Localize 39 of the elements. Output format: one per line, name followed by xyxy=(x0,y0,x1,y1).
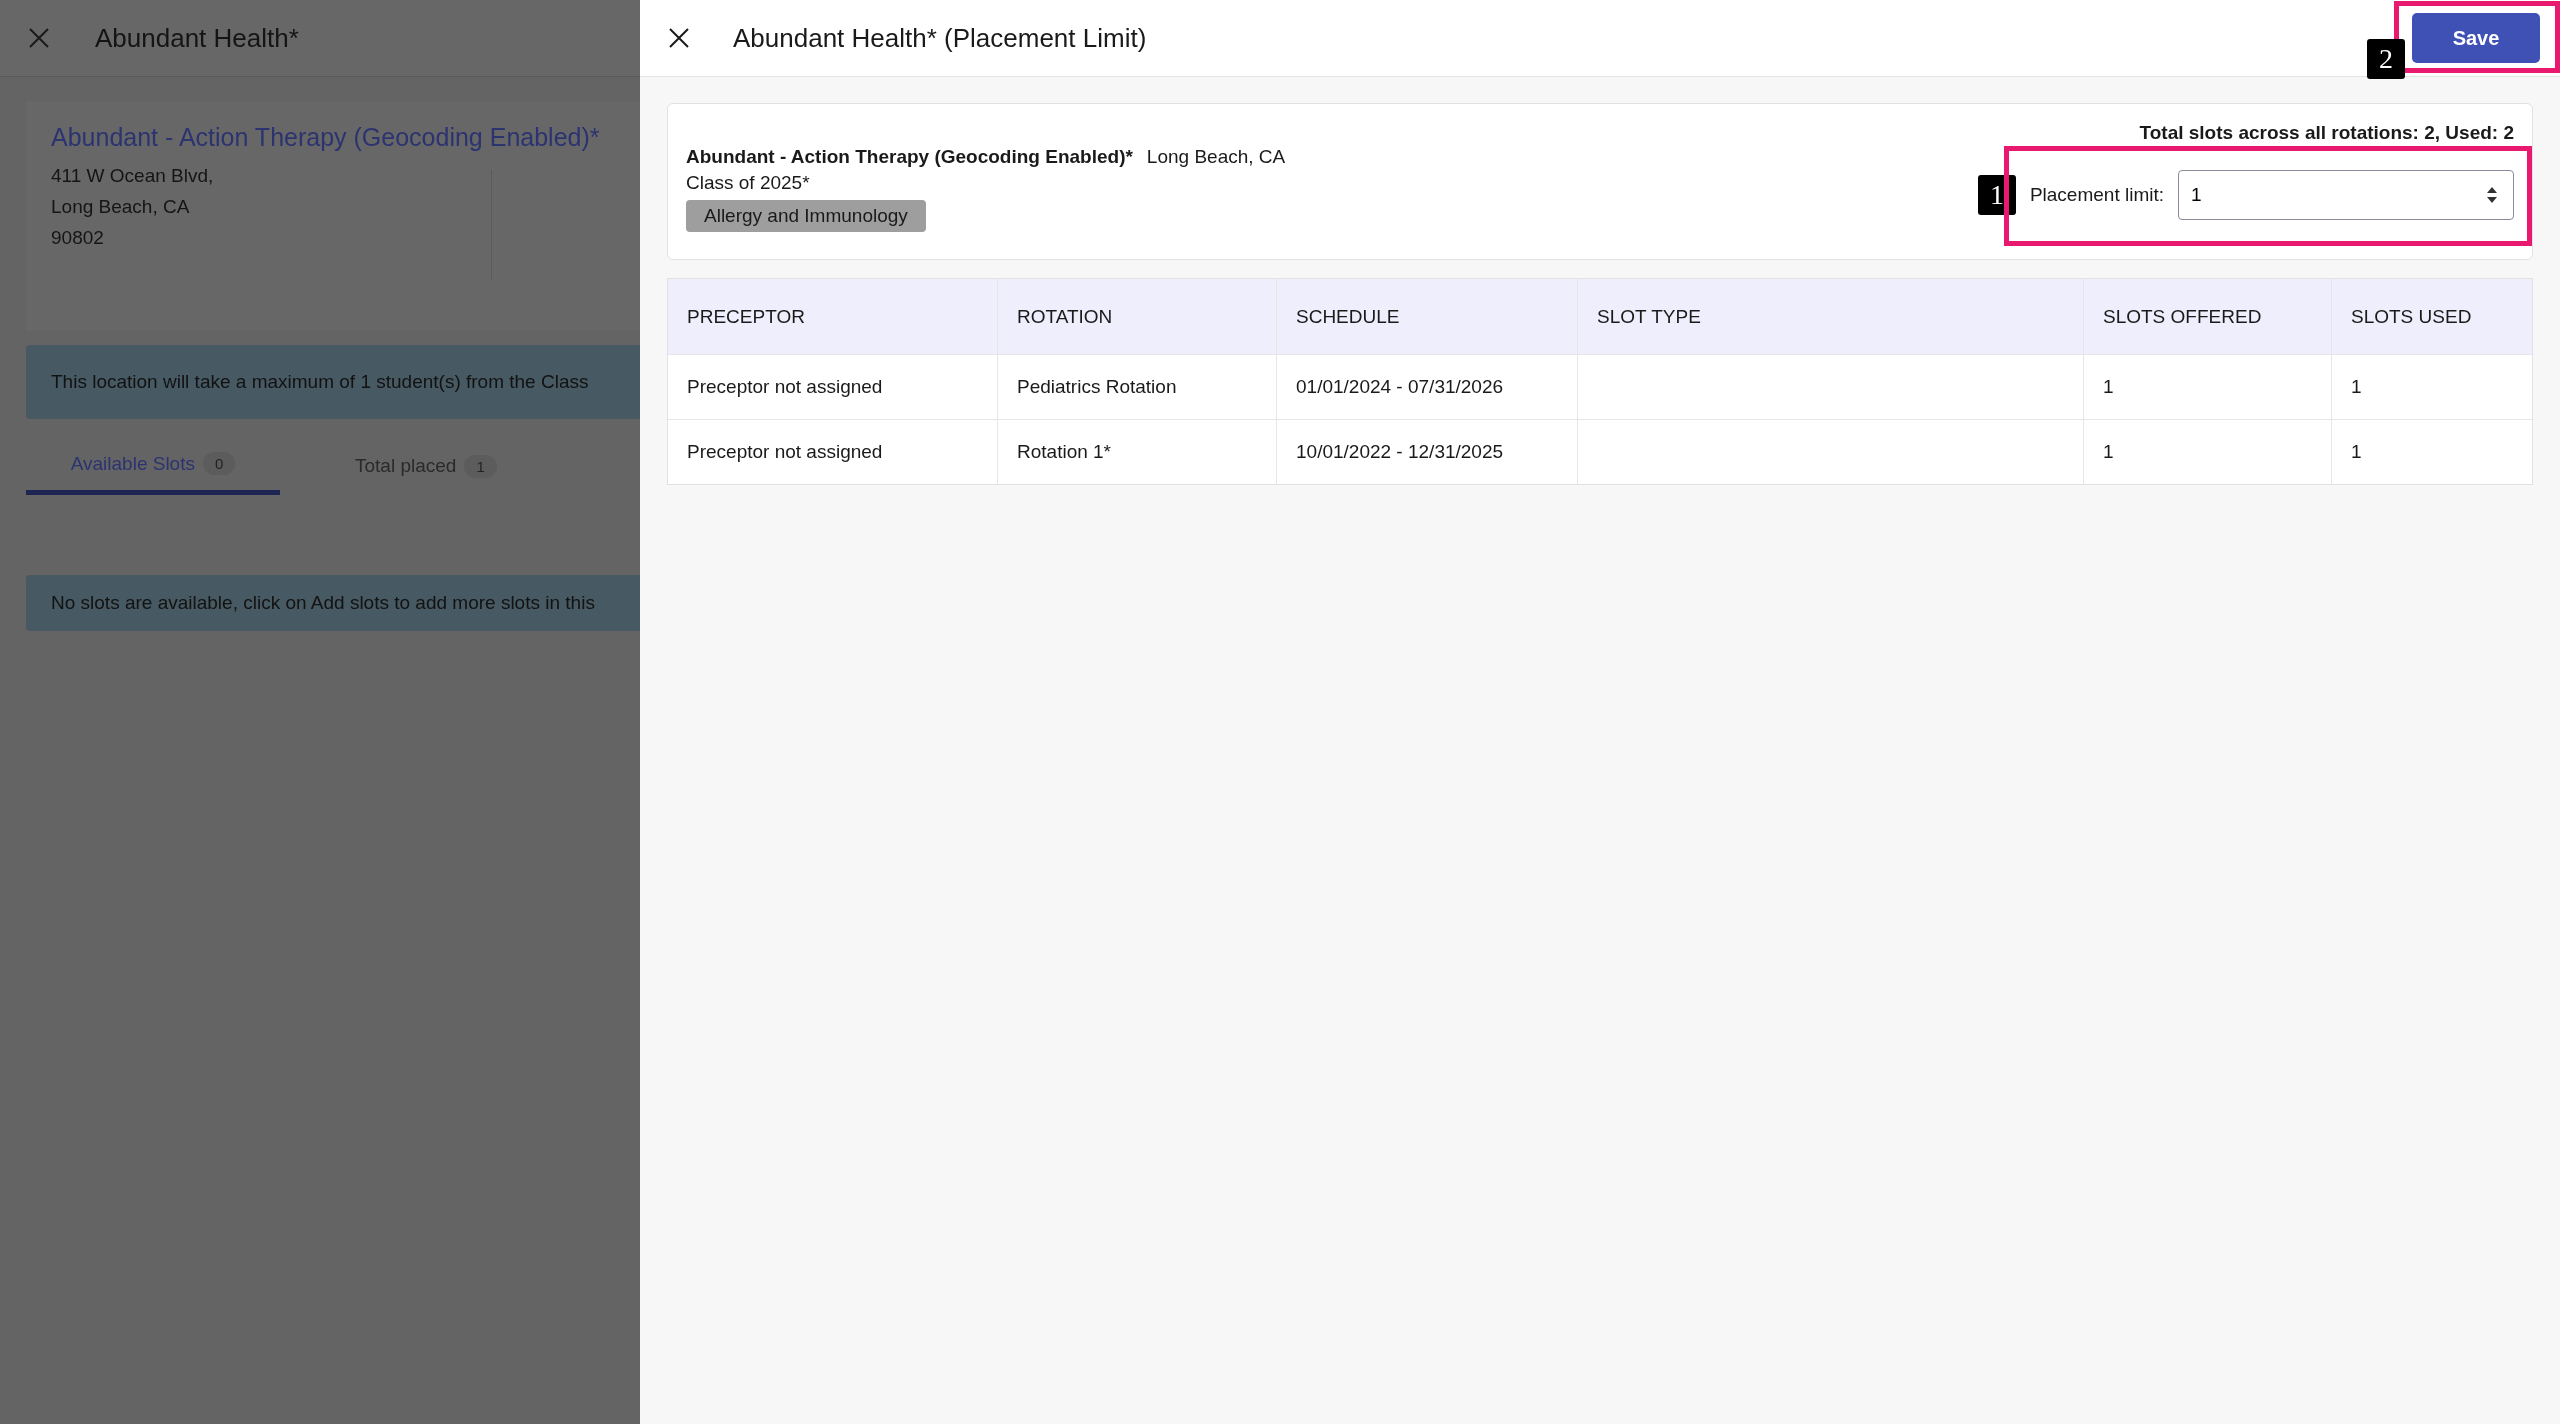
table-cell: 1 xyxy=(2084,420,2332,484)
table-cell-text: 1 xyxy=(2350,375,2363,399)
address-line: Long Beach, CA xyxy=(51,195,191,219)
column-header: SLOTS USED xyxy=(2350,304,2473,329)
totals-text: Total slots across all rotations: 2, Used: 2 xyxy=(2139,122,2514,144)
location-city: Long Beach, CA xyxy=(1146,146,1286,168)
save-button[interactable]: Save xyxy=(2412,13,2540,63)
drawer-title: Abundant Health* (Placement Limit) xyxy=(733,22,1148,54)
table-cell: Preceptor not assigned xyxy=(668,355,998,419)
table-cell: 1 xyxy=(2084,355,2332,419)
table-cell: 01/01/2024 - 07/31/2026 xyxy=(1277,355,1578,419)
column-header: PRECEPTOR xyxy=(668,279,998,354)
column-header: SLOT TYPE xyxy=(1578,279,2084,354)
spinner-icon[interactable] xyxy=(2486,185,2498,205)
placement-limit-field[interactable]: 1 xyxy=(2178,170,2514,220)
panel-title: Abundant Health* xyxy=(95,22,299,54)
table-cell: Preceptor not assigned xyxy=(668,420,998,484)
placement-limit-label: Placement limit: xyxy=(2029,184,2164,206)
notice-text: This location will take a maximum of 1 student(s) from the Class xyxy=(51,371,589,393)
count-badge: 1 xyxy=(464,454,497,478)
specialty-tag: Allergy and Immunology xyxy=(686,200,926,232)
address-line: 411 W Ocean Blvd, xyxy=(51,164,215,188)
column-header: SLOTS OFFERED xyxy=(2084,279,2332,354)
location-name[interactable]: Abundant - Action Therapy (Geocoding Enabled)* xyxy=(51,123,640,152)
empty-message: No slots are available, click on Add slots to add more slots in this xyxy=(51,592,595,614)
callout-number: 2 xyxy=(2367,39,2405,79)
table-cell: Rotation 1* xyxy=(998,420,1277,484)
table-cell: Pediatrics Rotation xyxy=(998,355,1277,419)
location-name: Abundant - Action Therapy (Geocoding Enabled)* xyxy=(686,146,1133,168)
class-name: Class of 2025* xyxy=(686,172,810,194)
address-line: 90802 xyxy=(51,226,105,250)
column-header: ROTATION xyxy=(998,279,1277,354)
table-cell-text: 1 xyxy=(2350,440,2363,464)
tab[interactable]: Available Slots 0 xyxy=(26,437,280,495)
column-header: SCHEDULE xyxy=(1277,279,1578,354)
table-cell: 10/01/2022 - 12/31/2025 xyxy=(1277,420,1578,484)
close-icon[interactable] xyxy=(668,27,690,49)
count-badge: 0 xyxy=(202,452,236,475)
tab[interactable]: Total placed 1 xyxy=(280,437,534,495)
